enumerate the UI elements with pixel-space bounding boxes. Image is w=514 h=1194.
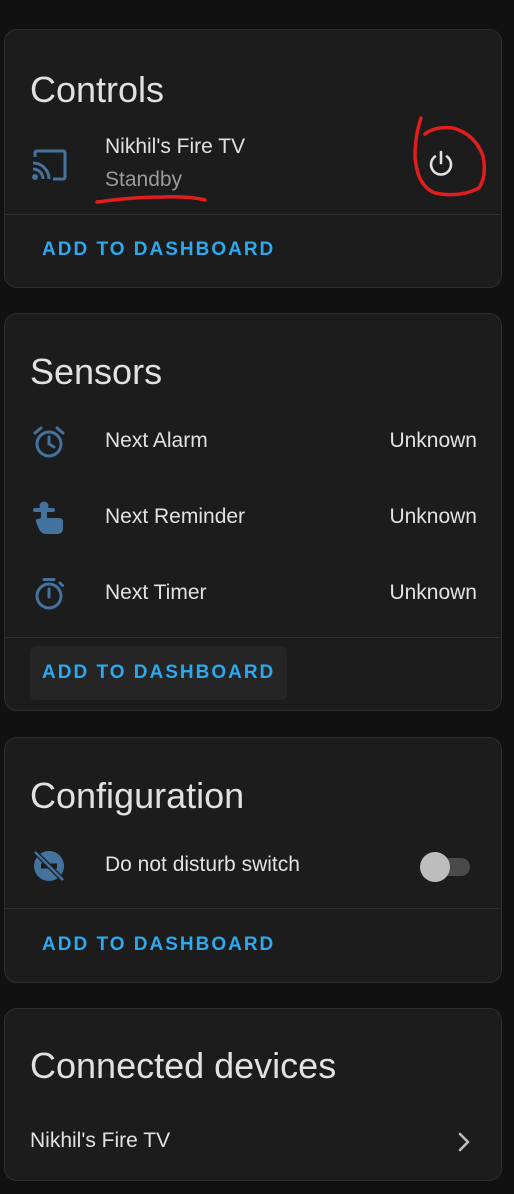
- fire-tv-media-row[interactable]: Nikhil's Fire TV Standby: [5, 116, 501, 210]
- do-not-disturb-row[interactable]: Do not disturb switch: [5, 838, 501, 894]
- sensor-value: Unknown: [389, 505, 477, 528]
- configuration-card: Configuration Do not disturb switch ADD …: [4, 737, 502, 983]
- configuration-title: Configuration: [30, 775, 245, 816]
- sensor-row-next-reminder[interactable]: Next Reminder Unknown: [5, 490, 501, 546]
- controls-divider: [5, 214, 501, 215]
- sensor-row-next-alarm[interactable]: Next Alarm Unknown: [5, 414, 501, 470]
- timer-icon: [31, 576, 67, 612]
- controls-card: Controls Nikhil's Fire TV Standby ADD TO…: [4, 29, 502, 288]
- sensors-add-to-dashboard-button[interactable]: ADD TO DASHBOARD: [30, 646, 288, 700]
- device-state: Standby: [105, 168, 183, 191]
- sensor-row-next-timer[interactable]: Next Timer Unknown: [5, 566, 501, 622]
- toggle-knob: [420, 852, 450, 882]
- connected-devices-card: Connected devices Nikhil's Fire TV: [4, 1008, 502, 1181]
- controls-title: Controls: [30, 69, 165, 110]
- cast-icon: [31, 148, 69, 182]
- do-not-disturb-off-icon: [31, 848, 67, 884]
- circle-annotation: [413, 116, 487, 197]
- sensor-value: Unknown: [389, 429, 477, 452]
- sensors-divider: [5, 637, 501, 638]
- underline-annotation: [95, 195, 207, 204]
- configuration-add-to-dashboard-button[interactable]: ADD TO DASHBOARD: [30, 918, 287, 972]
- connected-device-item[interactable]: Nikhil's Fire TV: [5, 1113, 501, 1169]
- sensor-label: Next Alarm: [105, 429, 208, 452]
- chevron-right-icon: [457, 1131, 471, 1153]
- sensor-label: Next Timer: [105, 581, 207, 604]
- sensors-title: Sensors: [30, 351, 163, 392]
- alarm-clock-icon: [31, 424, 67, 460]
- sensor-value: Unknown: [389, 581, 477, 604]
- sensor-label: Next Reminder: [105, 505, 246, 528]
- do-not-disturb-toggle[interactable]: [420, 852, 470, 882]
- connected-devices-title: Connected devices: [30, 1045, 337, 1086]
- reminder-hand-icon: [31, 500, 67, 536]
- configuration-divider: [5, 908, 501, 909]
- do-not-disturb-label: Do not disturb switch: [105, 853, 300, 876]
- device-name: Nikhil's Fire TV: [105, 135, 246, 158]
- connected-device-label: Nikhil's Fire TV: [30, 1129, 171, 1152]
- sensors-card: Sensors Next Alarm Unknown Next Reminder…: [4, 313, 502, 711]
- controls-add-to-dashboard-button[interactable]: ADD TO DASHBOARD: [30, 223, 287, 277]
